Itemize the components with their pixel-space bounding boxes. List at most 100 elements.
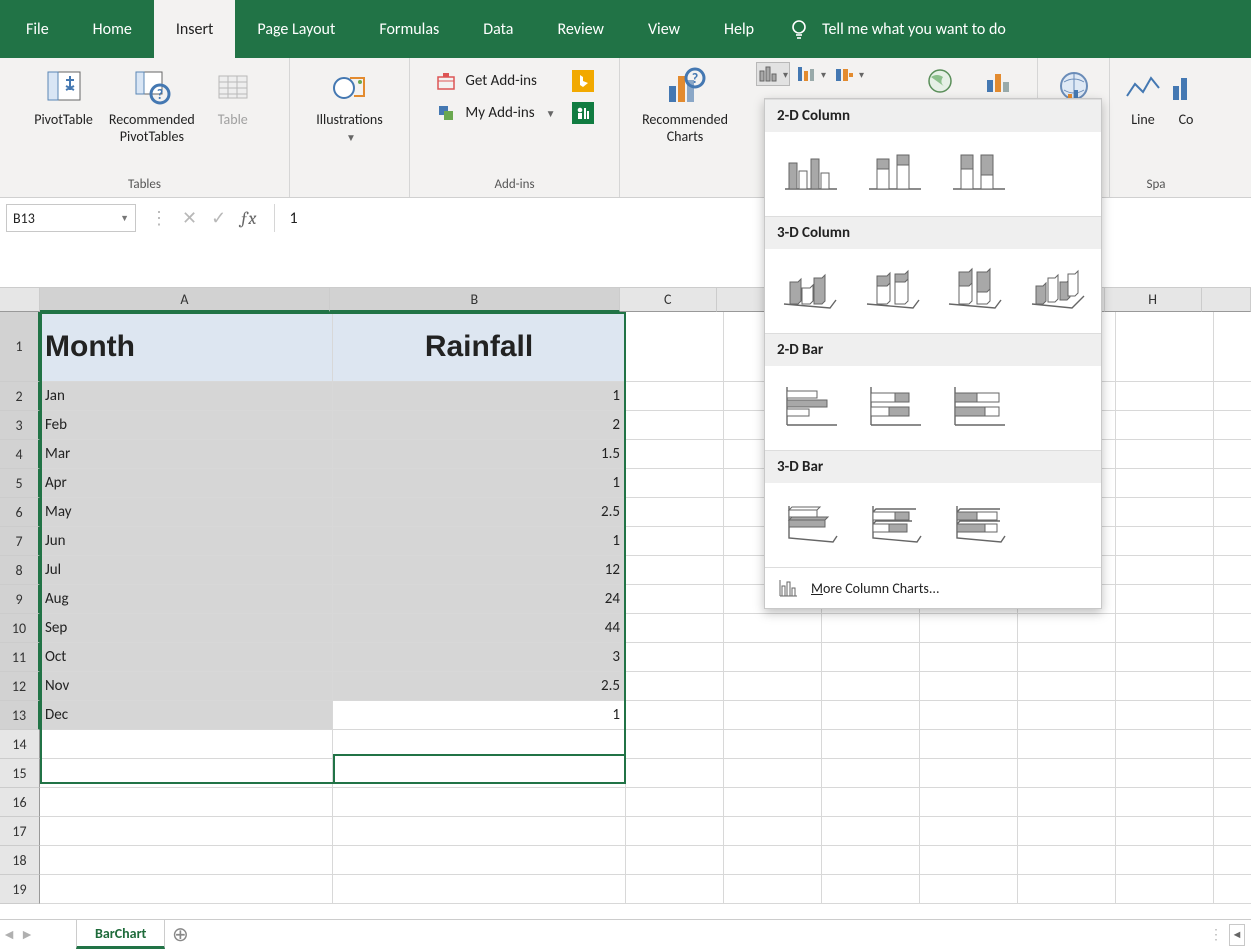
tab-review[interactable]: Review — [535, 0, 626, 58]
col-header-c[interactable]: C — [620, 288, 717, 312]
cell[interactable] — [1214, 585, 1251, 614]
cell[interactable] — [724, 875, 822, 904]
cell[interactable] — [1214, 469, 1251, 498]
cell[interactable] — [1214, 614, 1251, 643]
tab-page-layout[interactable]: Page Layout — [235, 0, 357, 58]
cell[interactable] — [1214, 701, 1251, 730]
col-header-b[interactable]: B — [330, 288, 620, 312]
cell[interactable] — [1116, 643, 1214, 672]
clustered-column-option[interactable] — [773, 142, 849, 202]
row-header[interactable]: 15 — [0, 759, 40, 788]
cell[interactable] — [822, 759, 920, 788]
row-header[interactable]: 4 — [0, 440, 40, 469]
sheet-nav-next[interactable]: ► — [18, 920, 36, 949]
cell[interactable] — [626, 672, 724, 701]
cell[interactable] — [40, 788, 333, 817]
maps-button[interactable] — [918, 64, 962, 98]
cell[interactable]: 2.5 — [333, 672, 626, 701]
cell[interactable] — [1018, 875, 1116, 904]
name-box[interactable]: B13 ▼ — [6, 204, 136, 232]
cell[interactable] — [822, 643, 920, 672]
table-button[interactable]: Table — [203, 64, 263, 131]
cell[interactable] — [1116, 527, 1214, 556]
sheet-tab-barchart[interactable]: BarChart — [76, 920, 165, 949]
tell-me-search[interactable]: Tell me what you want to do — [776, 0, 1006, 58]
row-header[interactable]: 11 — [0, 643, 40, 672]
row-header[interactable]: 14 — [0, 730, 40, 759]
cell[interactable] — [1018, 643, 1116, 672]
cell[interactable]: 12 — [333, 556, 626, 585]
3d-stacked-column-option[interactable] — [856, 259, 931, 319]
cell[interactable] — [920, 701, 1018, 730]
cell[interactable]: Jul — [40, 556, 333, 585]
cell[interactable]: 44 — [333, 614, 626, 643]
cell[interactable] — [626, 440, 724, 469]
cell[interactable] — [1116, 846, 1214, 875]
tab-data[interactable]: Data — [461, 0, 535, 58]
row-header[interactable]: 3 — [0, 411, 40, 440]
cell[interactable]: Dec — [40, 701, 333, 730]
cell[interactable] — [920, 643, 1018, 672]
cell[interactable] — [920, 875, 1018, 904]
cell[interactable] — [626, 382, 724, 411]
row-header[interactable]: 9 — [0, 585, 40, 614]
cell[interactable]: 1.5 — [333, 440, 626, 469]
cell[interactable] — [626, 846, 724, 875]
cell[interactable] — [40, 817, 333, 846]
cell[interactable] — [724, 730, 822, 759]
cell[interactable]: Mar — [40, 440, 333, 469]
cell[interactable] — [724, 817, 822, 846]
cell[interactable] — [1116, 556, 1214, 585]
3d-column-option[interactable] — [1021, 259, 1096, 319]
cell[interactable] — [920, 759, 1018, 788]
cell[interactable] — [1018, 614, 1116, 643]
cell[interactable]: Jan — [40, 382, 333, 411]
cell[interactable] — [822, 817, 920, 846]
cell[interactable] — [1214, 411, 1251, 440]
tab-view[interactable]: View — [626, 0, 702, 58]
cell[interactable]: Nov — [40, 672, 333, 701]
cell[interactable]: 1 — [333, 469, 626, 498]
cell[interactable] — [1214, 643, 1251, 672]
cell[interactable] — [626, 527, 724, 556]
stacked-bar-option[interactable] — [857, 376, 933, 436]
3d-clustered-bar-option[interactable] — [773, 493, 849, 553]
cell[interactable] — [1116, 440, 1214, 469]
cell[interactable] — [1116, 701, 1214, 730]
cell[interactable] — [822, 730, 920, 759]
3d-percent-stacked-column-option[interactable] — [938, 259, 1013, 319]
row-header[interactable]: 5 — [0, 469, 40, 498]
cell[interactable] — [1214, 527, 1251, 556]
cell[interactable] — [724, 846, 822, 875]
cell[interactable]: 24 — [333, 585, 626, 614]
cell[interactable] — [822, 788, 920, 817]
cell[interactable] — [822, 701, 920, 730]
combo-chart-button[interactable] — [978, 64, 1022, 98]
tab-home[interactable]: Home — [71, 0, 154, 58]
row-header[interactable]: 16 — [0, 788, 40, 817]
cell[interactable] — [724, 788, 822, 817]
sparkline-column-button[interactable]: Co — [1173, 64, 1199, 131]
cell[interactable] — [1116, 469, 1214, 498]
cell[interactable] — [1214, 730, 1251, 759]
cell[interactable] — [626, 875, 724, 904]
row-header[interactable]: 10 — [0, 614, 40, 643]
cell[interactable] — [626, 614, 724, 643]
row-header[interactable]: 7 — [0, 527, 40, 556]
cell[interactable] — [333, 817, 626, 846]
cell[interactable]: Sep — [40, 614, 333, 643]
cell[interactable] — [822, 846, 920, 875]
get-addins-button[interactable]: Get Add-ins — [435, 70, 593, 92]
enter-icon[interactable]: ✓ — [211, 207, 226, 229]
cell[interactable] — [1214, 672, 1251, 701]
cell[interactable] — [626, 759, 724, 788]
cell[interactable] — [1018, 788, 1116, 817]
3d-percent-stacked-bar-option[interactable] — [941, 493, 1017, 553]
col-header-i[interactable] — [1202, 288, 1251, 312]
col-header-h[interactable]: H — [1105, 288, 1202, 312]
cell[interactable] — [626, 411, 724, 440]
cell[interactable]: Aug — [40, 585, 333, 614]
cell[interactable]: 1 — [333, 382, 626, 411]
cell[interactable] — [1214, 382, 1251, 411]
cell[interactable]: Oct — [40, 643, 333, 672]
